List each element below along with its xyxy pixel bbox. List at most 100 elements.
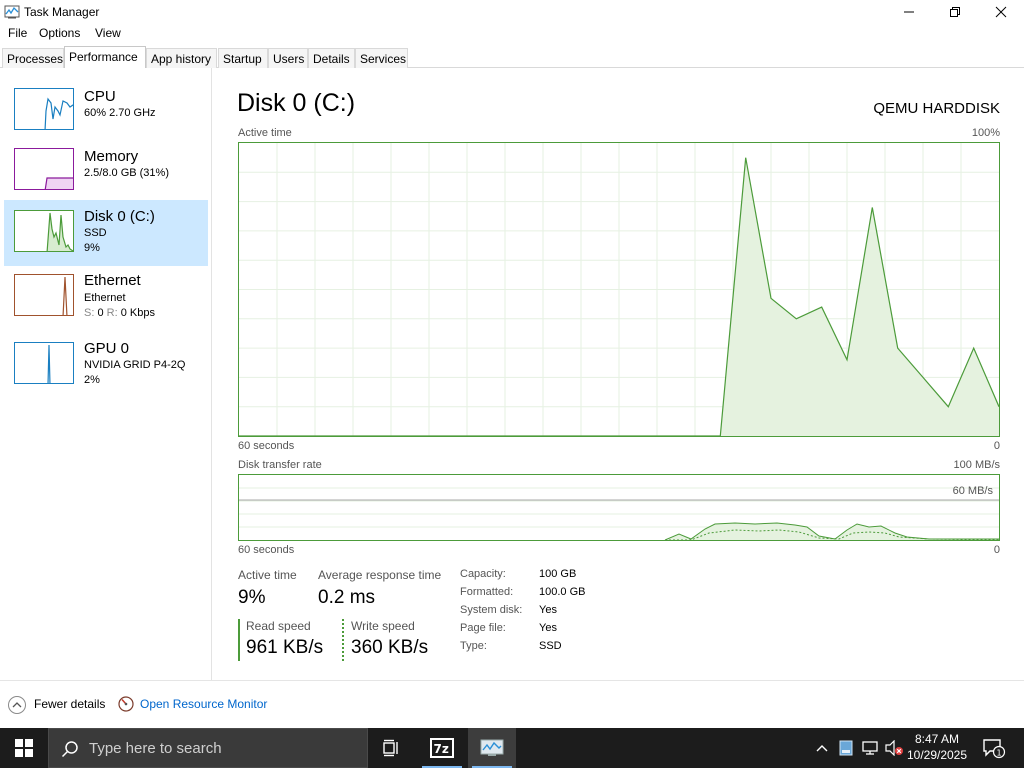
open-resource-monitor-link[interactable]: Open Resource Monitor — [140, 697, 267, 711]
sidebar-item-label: GPU 0 — [84, 340, 130, 357]
write-speed-value: 360 KB/s — [351, 637, 429, 658]
graph2-mid-label: 60 MB/s — [952, 485, 993, 497]
sidebar-item-usage: 9% — [84, 242, 100, 254]
sidebar-item-detail: NVIDIA GRID P4-2Q — [84, 359, 186, 371]
info-key: Page file: — [460, 622, 506, 634]
window-title: Task Manager — [24, 5, 100, 19]
gpu-thumbnail-graph — [14, 342, 74, 384]
sidebar-item-ethernet[interactable]: Ethernet Ethernet S: 0 R: 0 Kbps — [4, 266, 208, 332]
volume-muted-icon[interactable] — [884, 738, 904, 758]
taskbar-task-manager[interactable] — [468, 728, 516, 768]
write-speed-label: Write speed — [351, 619, 415, 633]
sidebar-item-label: Disk 0 (C:) — [84, 208, 155, 225]
menu-bar: File Options View — [0, 24, 1024, 44]
sidebar-item-disk[interactable]: Disk 0 (C:) SSD 9% — [4, 200, 208, 266]
taskbar-search-box[interactable]: Type here to search — [48, 728, 368, 768]
taskbar: Type here to search 7z 8:47 AM 10/29/202… — [0, 728, 1024, 768]
graph2-max-label: 100 MB/s — [953, 459, 1000, 471]
graph1-min-label: 0 — [993, 440, 1000, 452]
info-value: 100 GB — [539, 568, 577, 580]
tab-performance[interactable]: Performance — [64, 46, 146, 68]
info-value: 100.0 GB — [539, 586, 586, 598]
close-button[interactable] — [978, 0, 1024, 24]
info-key: System disk: — [460, 604, 523, 616]
info-value: Yes — [539, 604, 557, 616]
tab-startup[interactable]: Startup — [218, 48, 268, 68]
title-bar: Task Manager — [0, 0, 1024, 24]
graph2-label: Disk transfer rate — [238, 459, 322, 471]
minimize-button[interactable] — [886, 0, 932, 24]
search-icon — [61, 741, 78, 758]
system-clock[interactable]: 8:47 AM 10/29/2025 — [904, 731, 970, 763]
menu-file[interactable]: File — [8, 26, 27, 40]
sidebar-item-throughput: S: 0 R: 0 Kbps — [84, 307, 155, 319]
tab-app-history[interactable]: App history — [146, 48, 217, 68]
graph2-min-label: 0 — [993, 544, 1000, 556]
windows-logo-icon — [15, 739, 33, 757]
chevron-up-icon[interactable] — [8, 696, 26, 714]
graph1-label: Active time — [238, 127, 292, 139]
memory-thumbnail-graph — [14, 148, 74, 190]
sidebar-item-cpu[interactable]: CPU 60% 2.70 GHz — [4, 80, 208, 146]
sidebar-item-usage: 2% — [84, 374, 100, 386]
read-speed-value: 961 KB/s — [246, 637, 324, 658]
tab-users[interactable]: Users — [268, 48, 308, 68]
sidebar-item-label: CPU — [84, 88, 116, 105]
avg-response-value: 0.2 ms — [318, 587, 376, 608]
info-key: Capacity: — [460, 568, 506, 580]
taskbar-7zip[interactable]: 7z — [418, 728, 466, 768]
tab-services[interactable]: Services — [355, 48, 408, 68]
disk-thumbnail-graph — [14, 210, 74, 252]
clock-time: 8:47 AM — [914, 732, 960, 746]
7zip-icon: 7z — [430, 738, 454, 758]
active-time-graph — [238, 142, 1000, 437]
task-view-icon — [383, 739, 398, 757]
info-key: Type: — [460, 640, 487, 652]
notification-count: 1 — [996, 748, 1001, 757]
info-value: Yes — [539, 622, 557, 634]
write-speed-indicator — [342, 619, 344, 661]
info-key: Formatted: — [460, 586, 514, 598]
sidebar-item-label: Memory — [84, 148, 139, 165]
active-time-label: Active time — [238, 568, 297, 582]
menu-options[interactable]: Options — [39, 26, 80, 40]
transfer-rate-graph: 60 MB/s — [238, 474, 1000, 541]
sidebar-item-detail: 2.5/8.0 GB (31%) — [84, 167, 169, 179]
task-view-button[interactable] — [368, 728, 416, 768]
device-model: QEMU HARDDISK — [873, 100, 1000, 117]
avg-response-label: Average response time — [318, 568, 442, 582]
read-speed-label: Read speed — [246, 619, 311, 633]
network-icon[interactable] — [860, 738, 880, 758]
page-title: Disk 0 (C:) — [237, 89, 356, 117]
active-time-value: 9% — [238, 587, 266, 608]
notification-center-icon[interactable]: 1 — [982, 738, 1006, 759]
svg-text:7z: 7z — [434, 742, 449, 756]
footer: Fewer details Open Resource Monitor — [0, 680, 1024, 728]
task-manager-icon — [480, 739, 504, 756]
graph1-time-label: 60 seconds — [238, 440, 295, 452]
search-placeholder: Type here to search — [89, 740, 222, 757]
clock-date: 10/29/2025 — [906, 748, 968, 762]
read-speed-indicator — [238, 619, 240, 661]
tab-processes[interactable]: Processes — [2, 48, 64, 68]
sidebar-item-memory[interactable]: Memory 2.5/8.0 GB (31%) — [4, 140, 208, 206]
chevron-up-icon[interactable] — [812, 738, 832, 758]
restore-button[interactable] — [932, 0, 978, 24]
graph2-time-label: 60 seconds — [238, 544, 295, 556]
start-button[interactable] — [0, 728, 48, 768]
resource-sidebar: CPU 60% 2.70 GHz Memory 2.5/8.0 GB (31%)… — [0, 68, 212, 680]
cpu-thumbnail-graph — [14, 88, 74, 130]
task-manager-icon — [4, 4, 20, 20]
menu-view[interactable]: View — [95, 26, 121, 40]
sidebar-item-detail: SSD — [84, 227, 107, 239]
sidebar-item-label: Ethernet — [84, 272, 141, 289]
tab-details[interactable]: Details — [308, 48, 355, 68]
resource-monitor-icon — [118, 696, 134, 712]
tab-strip: Processes Performance App history Startu… — [0, 46, 1024, 68]
storage-icon[interactable] — [836, 738, 856, 758]
graph1-max-label: 100% — [971, 127, 1000, 139]
sidebar-item-gpu[interactable]: GPU 0 NVIDIA GRID P4-2Q 2% — [4, 332, 208, 398]
sidebar-item-detail: Ethernet — [84, 292, 126, 304]
ethernet-thumbnail-graph — [14, 274, 74, 316]
fewer-details-button[interactable]: Fewer details — [34, 697, 105, 711]
